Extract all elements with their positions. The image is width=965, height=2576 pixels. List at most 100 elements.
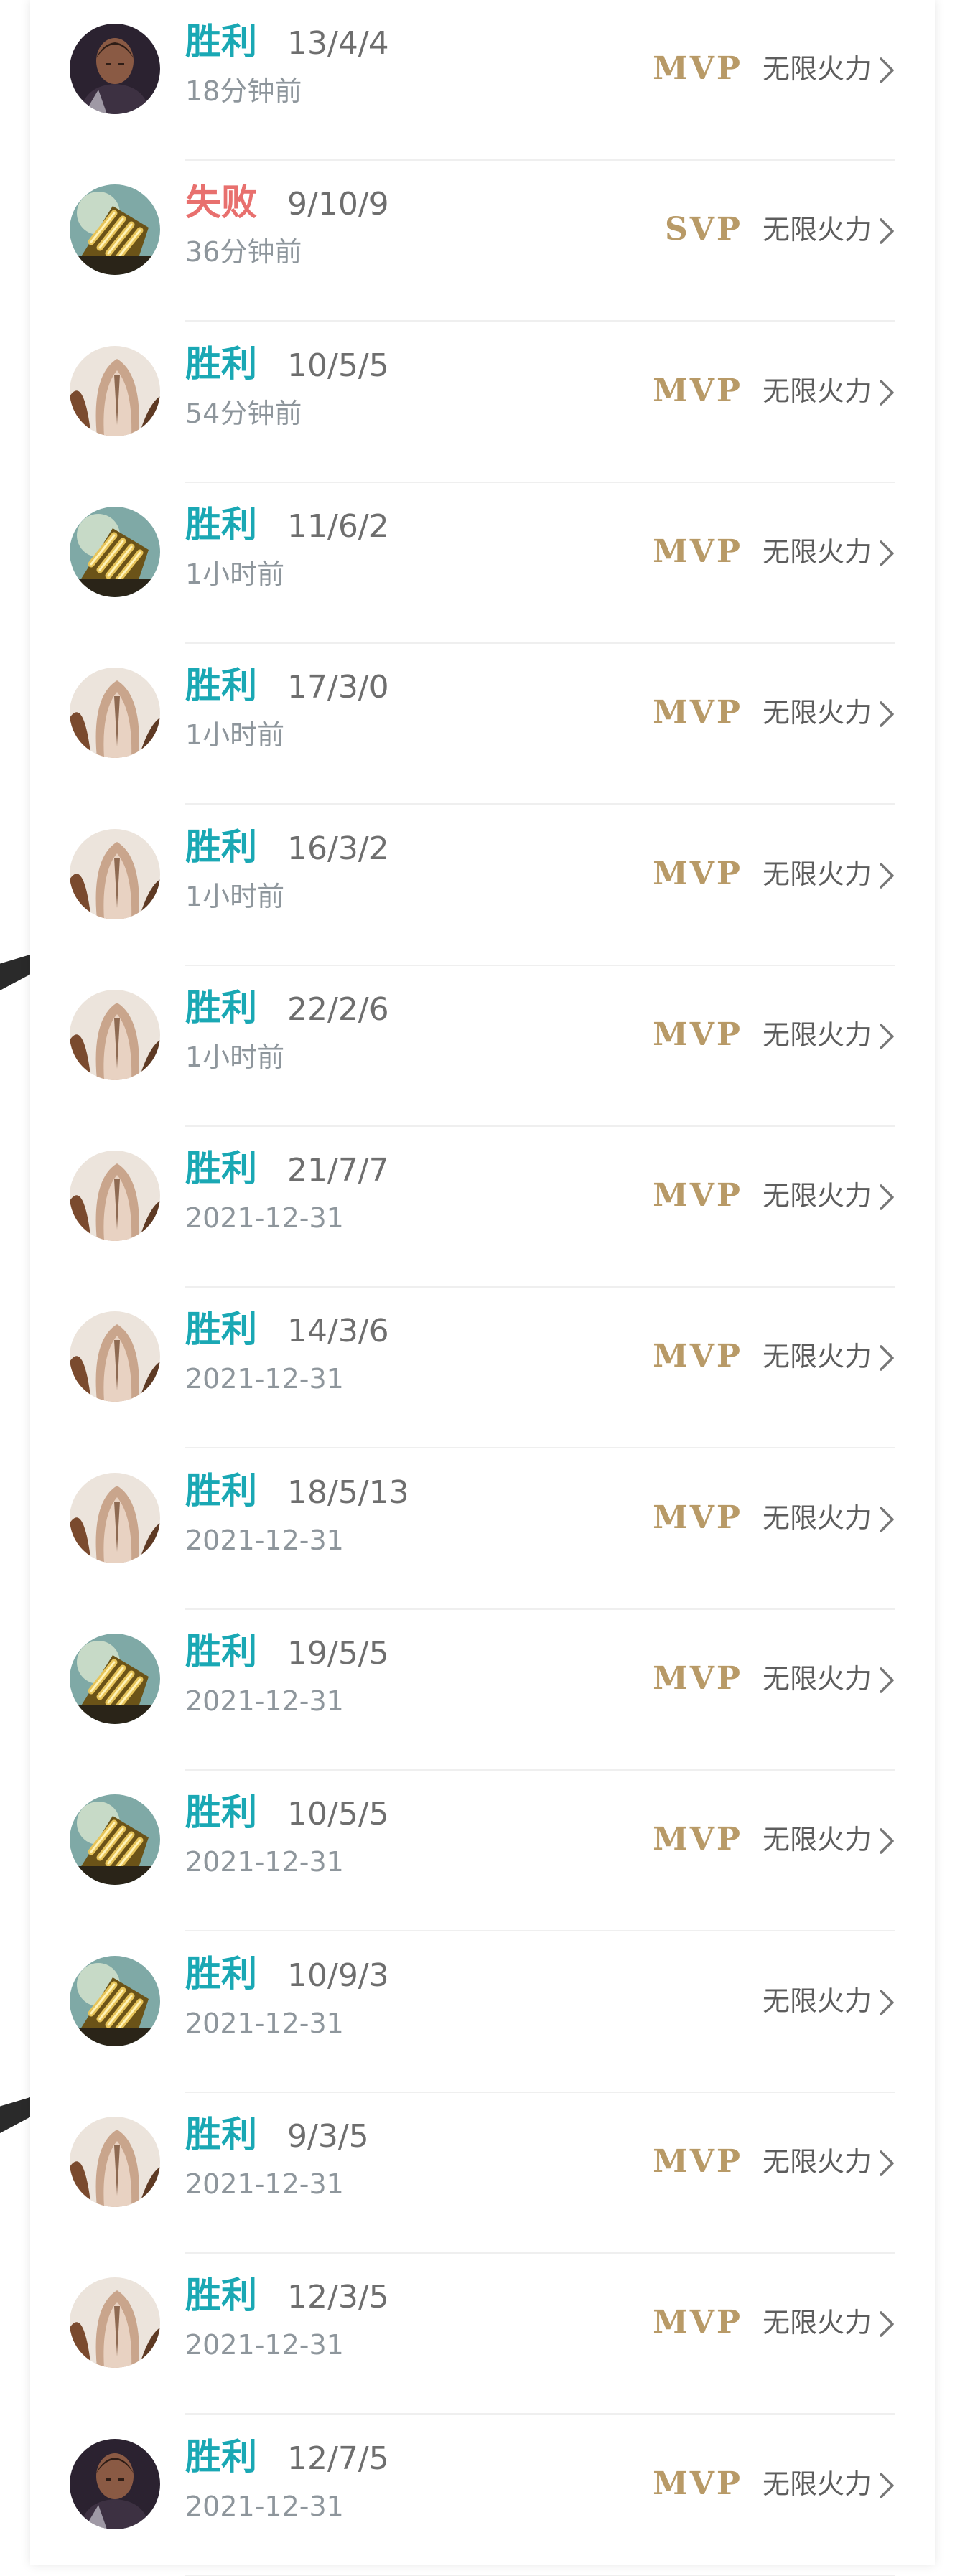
kda-score: 18/5/13 (287, 1474, 409, 1511)
chevron-right-icon (878, 1183, 895, 1212)
kda-score: 21/7/7 (287, 1152, 389, 1189)
match-time: 2021-12-31 (185, 1846, 344, 1878)
mvp-badge: MVP (653, 694, 742, 731)
mvp-badge: MVP (653, 1499, 742, 1536)
game-mode: 无限火力 (762, 858, 872, 890)
match-row[interactable]: 胜利 22/2/6 1小时前 MVP 无限火力 (30, 966, 935, 1127)
kda-score: 12/7/5 (287, 2440, 389, 2477)
match-row[interactable]: 胜利 16/3/2 1小时前 MVP 无限火力 (30, 805, 935, 966)
match-row[interactable]: 胜利 14/3/6 2021-12-31 MVP 无限火力 (30, 1288, 935, 1449)
chevron-right-icon (878, 1988, 895, 2017)
masked-hero-icon (70, 2116, 160, 2207)
dark-hero-icon (70, 24, 160, 114)
kda-score: 10/5/5 (287, 347, 389, 384)
match-time: 2021-12-31 (185, 2168, 344, 2200)
match-time: 2021-12-31 (185, 1524, 344, 1556)
game-mode: 无限火力 (762, 1180, 872, 1212)
golden-claw-hero-icon (70, 506, 160, 597)
chevron-right-icon (878, 1827, 895, 1855)
game-mode: 无限火力 (762, 2468, 872, 2500)
match-row[interactable]: 胜利 18/5/13 2021-12-31 MVP 无限火力 (30, 1449, 935, 1610)
match-row[interactable]: 胜利 10/5/5 2021-12-31 MVP 无限火力 (30, 1771, 935, 1932)
kda-score: 10/9/3 (287, 1957, 389, 1994)
match-time: 1小时前 (185, 1041, 285, 1073)
chevron-right-icon (878, 861, 895, 890)
kda-score: 17/3/0 (287, 669, 389, 706)
kda-score: 9/10/9 (287, 186, 389, 223)
match-row[interactable]: 胜利 21/7/7 2021-12-31 MVP 无限火力 (30, 1127, 935, 1288)
chevron-right-icon (878, 1505, 895, 1534)
mvp-badge: MVP (653, 50, 742, 87)
chevron-right-icon (878, 1344, 895, 1372)
match-time: 2021-12-31 (185, 1202, 344, 1235)
match-time: 18分钟前 (185, 75, 302, 107)
background-decoration (0, 2097, 30, 2133)
kda-score: 14/3/6 (287, 1313, 389, 1350)
match-result: 胜利 (185, 1148, 257, 1190)
kda-score: 12/3/5 (287, 2279, 389, 2316)
game-mode: 无限火力 (762, 1341, 872, 1373)
chevron-right-icon (878, 539, 895, 568)
masked-hero-icon (70, 668, 160, 759)
golden-claw-hero-icon (70, 1634, 160, 1724)
match-time: 1小时前 (185, 880, 285, 912)
match-row[interactable]: 胜利 12/7/5 2021-12-31 MVP 无限火力 (30, 2415, 935, 2576)
match-row[interactable]: 失败 9/10/9 36分钟前 SVP 无限火力 (30, 161, 935, 322)
match-time: 1小时前 (185, 719, 285, 751)
match-result: 胜利 (185, 1469, 257, 1512)
match-result: 胜利 (185, 986, 257, 1029)
mvp-badge: MVP (653, 855, 742, 892)
golden-claw-hero-icon (70, 184, 160, 276)
match-result: 胜利 (185, 1631, 257, 1672)
masked-hero-icon (70, 345, 160, 436)
match-result: 胜利 (185, 2113, 257, 2155)
game-mode: 无限火力 (762, 1018, 872, 1051)
match-result: 胜利 (185, 1308, 257, 1351)
masked-hero-icon (70, 989, 160, 1080)
game-mode: 无限火力 (762, 53, 872, 85)
match-row[interactable]: 胜利 13/4/4 18分钟前 MVP 无限火力 (30, 0, 935, 161)
match-result: 胜利 (185, 1952, 257, 1995)
match-row[interactable]: 胜利 10/5/5 54分钟前 MVP 无限火力 (30, 322, 935, 483)
match-time: 2021-12-31 (185, 2329, 344, 2361)
mvp-badge: MVP (653, 2465, 742, 2502)
mvp-badge: MVP (653, 2142, 742, 2180)
kda-score: 13/4/4 (287, 25, 389, 62)
mvp-badge: MVP (653, 533, 742, 570)
game-mode: 无限火力 (762, 2307, 872, 2339)
match-result: 胜利 (185, 342, 257, 385)
chevron-right-icon (878, 2149, 895, 2178)
match-row[interactable]: 胜利 10/9/3 2021-12-31 无限火力 (30, 1932, 935, 2093)
game-mode: 无限火力 (762, 1502, 872, 1534)
kda-score: 16/3/2 (287, 830, 389, 867)
kda-score: 19/5/5 (287, 1635, 389, 1672)
game-mode: 无限火力 (762, 2145, 872, 2178)
match-row[interactable]: 胜利 12/3/5 2021-12-31 MVP 无限火力 (30, 2254, 935, 2415)
game-mode: 无限火力 (762, 214, 872, 246)
kda-score: 9/3/5 (287, 2117, 369, 2155)
match-row[interactable]: 胜利 11/6/2 1小时前 MVP 无限火力 (30, 483, 935, 644)
match-row[interactable]: 胜利 19/5/5 2021-12-31 MVP 无限火力 (30, 1610, 935, 1771)
mvp-badge: SVP (665, 211, 742, 248)
match-row[interactable]: 胜利 17/3/0 1小时前 MVP 无限火力 (30, 644, 935, 805)
mvp-badge: MVP (653, 1177, 742, 1214)
match-time: 36分钟前 (185, 236, 302, 268)
masked-hero-icon (70, 1311, 160, 1402)
match-time: 2021-12-31 (185, 2007, 344, 2039)
match-result: 胜利 (185, 21, 257, 62)
masked-hero-icon (70, 2277, 160, 2369)
match-time: 1小时前 (185, 558, 285, 590)
background-decoration (0, 955, 30, 990)
match-result: 胜利 (185, 665, 257, 707)
match-result: 胜利 (185, 2435, 257, 2478)
chevron-right-icon (878, 56, 895, 85)
masked-hero-icon (70, 1151, 160, 1242)
golden-claw-hero-icon (70, 1955, 160, 2046)
game-mode: 无限火力 (762, 1824, 872, 1856)
match-time: 2021-12-31 (185, 1685, 344, 1717)
match-time: 2021-12-31 (185, 1363, 344, 1395)
kda-score: 22/2/6 (287, 990, 389, 1028)
game-mode: 无限火力 (762, 375, 872, 407)
game-mode: 无限火力 (762, 535, 872, 568)
match-row[interactable]: 胜利 9/3/5 2021-12-31 MVP 无限火力 (30, 2093, 935, 2254)
